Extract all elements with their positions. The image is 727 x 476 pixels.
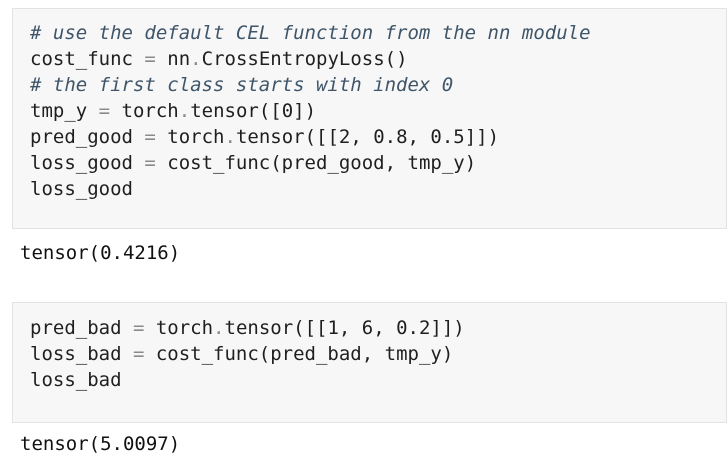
- code-token: tensor([[1, 6, 0.2]]): [224, 317, 465, 339]
- cell-output-1: tensor(0.4216): [20, 242, 181, 264]
- code-token: torch: [110, 100, 179, 122]
- code-line: pred_good = torch.tensor([[2, 0.8, 0.5]]…: [30, 124, 499, 150]
- code-token: tensor([[2, 0.8, 0.5]]): [235, 126, 500, 148]
- code-token: .: [178, 100, 191, 122]
- cell-output-2: tensor(5.0097): [20, 433, 181, 455]
- code-token: cost_func(pred_bad, tmp_y): [144, 343, 454, 365]
- code-line: loss_good: [30, 176, 133, 202]
- code-comment: # the first class starts with index 0: [30, 74, 454, 96]
- code-token: .: [190, 48, 202, 70]
- code-line: # the first class starts with index 0: [30, 72, 453, 98]
- code-line: loss_bad = cost_func(pred_bad, tmp_y): [30, 341, 453, 367]
- code-token: =: [98, 100, 111, 122]
- code-line: cost_func = nn.CrossEntropyLoss(): [30, 46, 408, 72]
- code-token: torch: [144, 317, 214, 339]
- code-line: tmp_y = torch.tensor([0]): [30, 98, 316, 124]
- code-token: =: [144, 152, 156, 174]
- code-line: # use the default CEL function from the …: [30, 20, 591, 46]
- code-token: tmp_y: [30, 100, 99, 122]
- code-comment: # use the default CEL function from the …: [30, 22, 591, 44]
- code-token: .: [224, 126, 236, 148]
- code-cell-2[interactable]: pred_bad = torch.tensor([[1, 6, 0.2]]) lo…: [12, 302, 727, 423]
- code-token: =: [132, 343, 145, 365]
- code-line: loss_bad: [30, 367, 122, 393]
- code-token: nn: [155, 48, 191, 70]
- code-token: pred_good: [30, 126, 145, 148]
- code-token: =: [144, 48, 156, 70]
- code-line: pred_bad = torch.tensor([[1, 6, 0.2]]): [30, 315, 465, 341]
- code-token: pred_bad: [30, 317, 133, 339]
- code-token: loss_bad: [30, 369, 122, 391]
- code-token: =: [132, 317, 145, 339]
- code-token: CrossEntropyLoss(): [201, 48, 408, 70]
- code-token: .: [213, 317, 225, 339]
- code-token: loss_good: [30, 152, 145, 174]
- code-token: cost_func: [30, 48, 145, 70]
- code-token: cost_func(pred_good, tmp_y): [155, 152, 477, 174]
- code-line: loss_good = cost_func(pred_good, tmp_y): [30, 150, 476, 176]
- code-token: loss_good: [30, 178, 133, 200]
- code-cell-1[interactable]: # use the default CEL function from the …: [12, 8, 727, 229]
- code-token: torch: [155, 126, 225, 148]
- code-token: =: [144, 126, 156, 148]
- code-token: tensor([0]): [190, 100, 317, 122]
- code-token: loss_bad: [30, 343, 133, 365]
